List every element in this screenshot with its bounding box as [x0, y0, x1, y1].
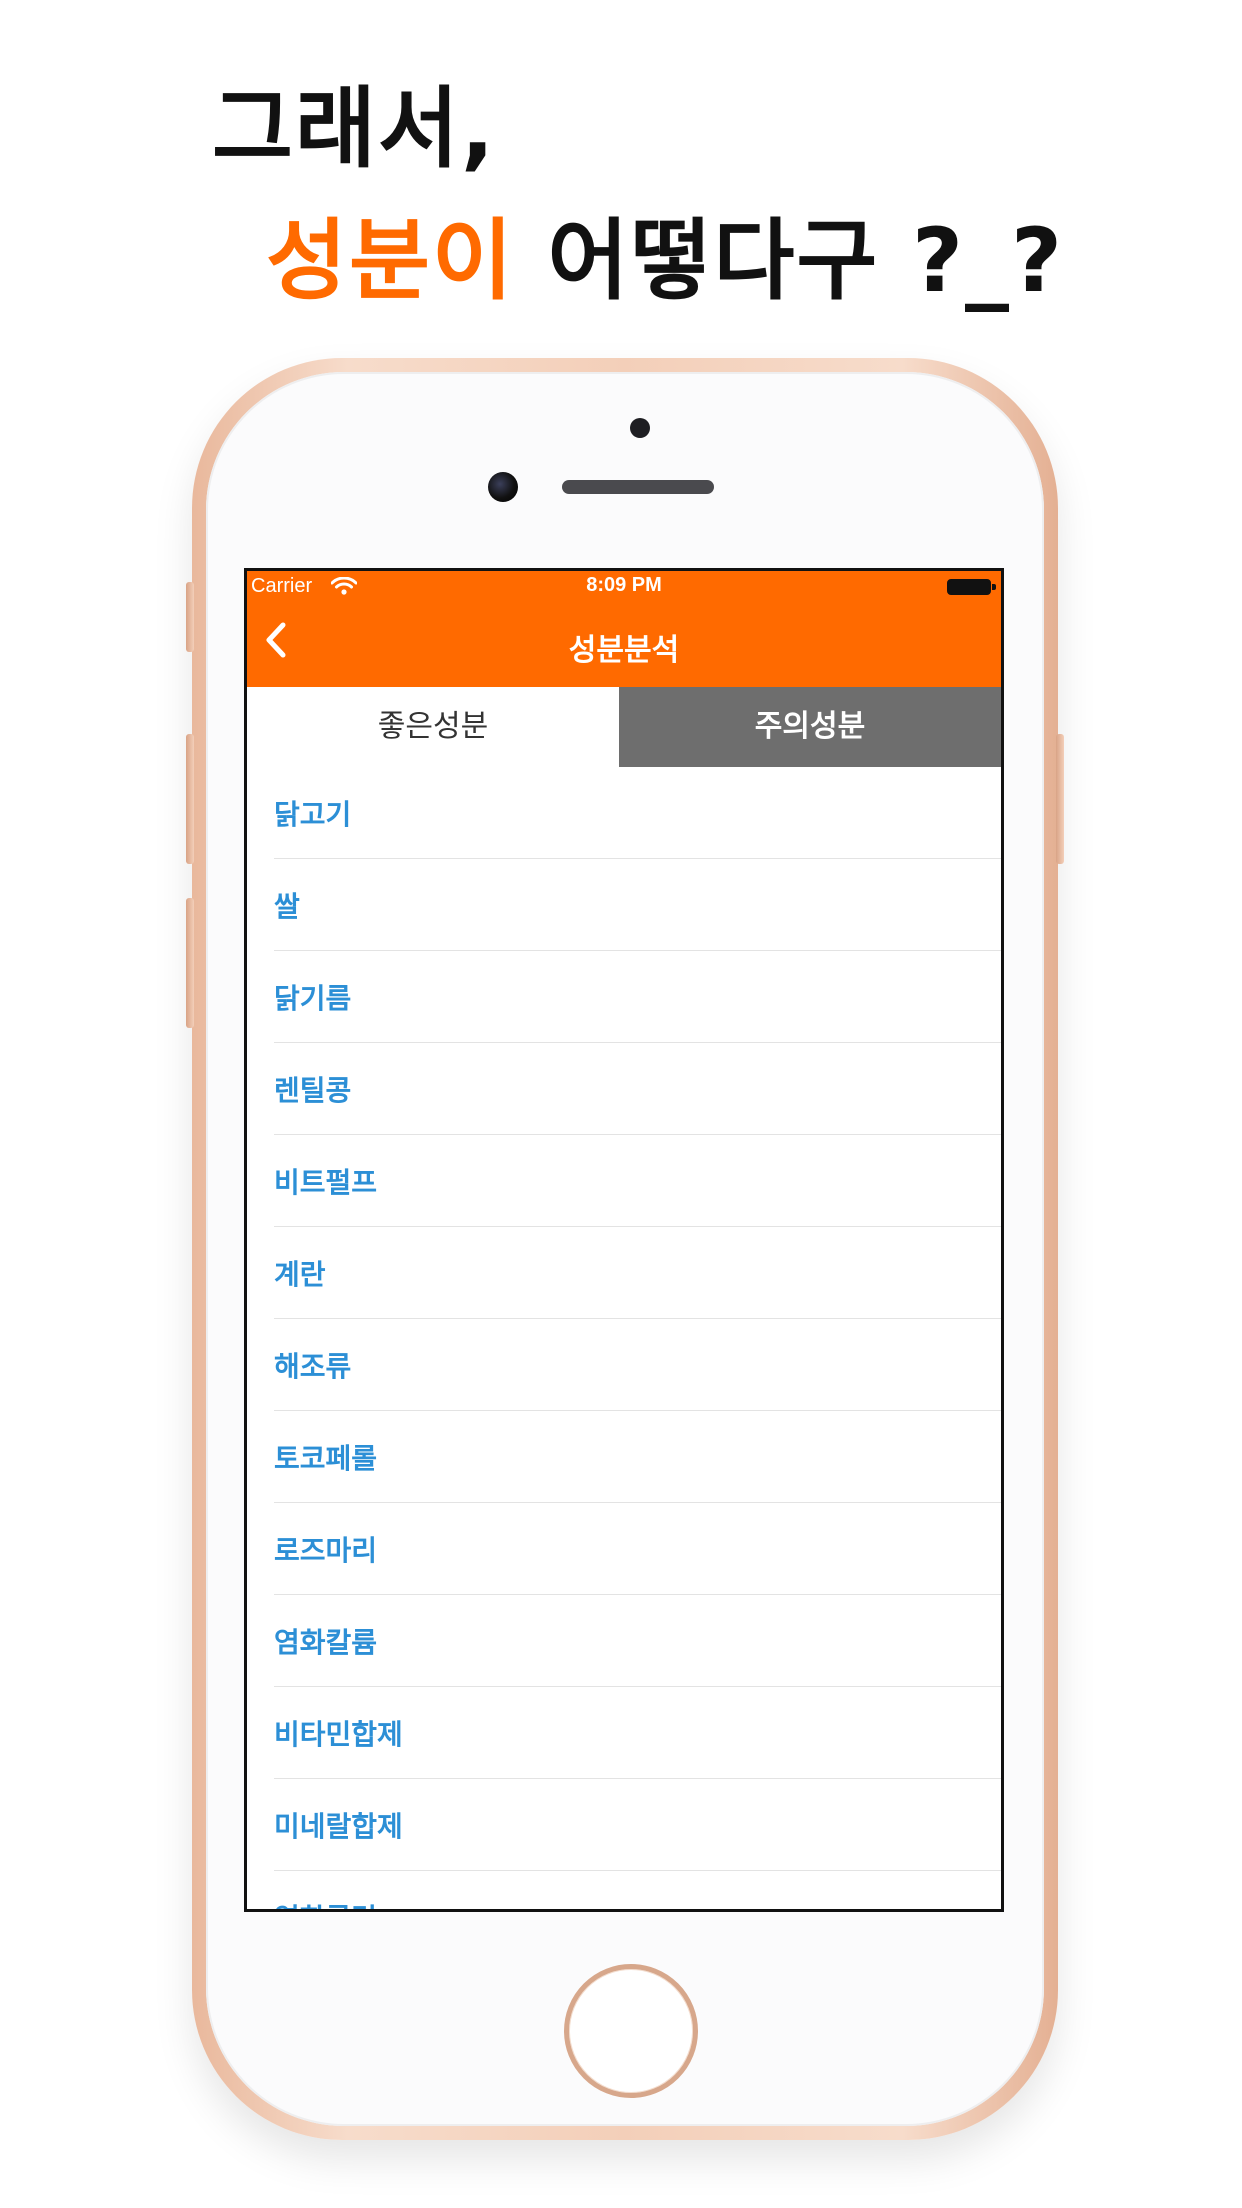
list-item[interactable]: 렌틸콩	[274, 1043, 1001, 1135]
list-item[interactable]: 비트펄프	[274, 1135, 1001, 1227]
list-item[interactable]: 염화콜린	[274, 1871, 1001, 1909]
list-item[interactable]: 토코페롤	[274, 1411, 1001, 1503]
nav-title: 성분분석	[568, 633, 680, 668]
app-screen: Carrier 8:09 PM 성분분석 좋은성분 주의성분 닭고기 쌀 닭기름	[244, 568, 1004, 1912]
list-item-label: 쌀	[274, 890, 300, 923]
list-item-label: 염화칼륨	[274, 1626, 378, 1659]
list-item-label: 토코페롤	[274, 1442, 378, 1475]
list-item[interactable]: 계란	[274, 1227, 1001, 1319]
status-bar: Carrier 8:09 PM	[247, 571, 1001, 601]
list-item[interactable]: 해조류	[274, 1319, 1001, 1411]
list-item-label: 닭기름	[274, 982, 352, 1015]
list-item-label: 렌틸콩	[274, 1074, 352, 1107]
status-time: 8:09 PM	[586, 574, 662, 596]
volume-down-button	[186, 898, 194, 1028]
tab-caution-ingredients[interactable]: 주의성분	[619, 687, 1001, 767]
list-item[interactable]: 비타민합제	[274, 1687, 1001, 1779]
list-item[interactable]: 로즈마리	[274, 1503, 1001, 1595]
list-item-label: 염화콜린	[274, 1897, 377, 1909]
list-item[interactable]: 미네랄합제	[274, 1779, 1001, 1871]
power-button	[1056, 734, 1064, 864]
list-item[interactable]: 닭기름	[274, 951, 1001, 1043]
proximity-sensor	[630, 418, 650, 438]
list-item-label: 닭고기	[274, 798, 352, 831]
list-item[interactable]: 닭고기	[274, 767, 1001, 859]
navigation-bar: 성분분석	[247, 601, 1001, 687]
headline-line-1: 그래서,	[212, 77, 497, 180]
headline-rest: 어떻다구 ?_?	[514, 209, 1065, 312]
headline-line-2: 성분이 어떻다구 ?_?	[266, 190, 1064, 317]
list-item-label: 비타민합제	[274, 1718, 403, 1751]
mute-switch	[186, 582, 194, 652]
headline-accent: 성분이	[266, 209, 515, 312]
battery-tip	[992, 584, 996, 590]
list-item[interactable]: 쌀	[274, 859, 1001, 951]
front-camera	[488, 472, 518, 502]
tab-good-ingredients[interactable]: 좋은성분	[247, 687, 619, 767]
ingredient-list: 닭고기 쌀 닭기름 렌틸콩 비트펄프 계란 해조류 토코페롤 로즈마리 염화칼륨…	[247, 767, 1001, 1909]
list-item-label: 미네랄합제	[274, 1810, 403, 1843]
list-item[interactable]: 염화칼륨	[274, 1595, 1001, 1687]
battery-icon	[947, 579, 991, 595]
earpiece-speaker	[562, 480, 714, 494]
promo-screenshot: 그래서, 성분이 어떻다구 ?_? Carrier 8:09 PM 성분분석 좋…	[0, 0, 1242, 2208]
list-item-label: 계란	[274, 1258, 326, 1291]
home-button[interactable]	[564, 1964, 698, 2098]
segment-tabs: 좋은성분 주의성분	[247, 687, 1001, 767]
list-item-label: 비트펄프	[274, 1166, 378, 1199]
volume-up-button	[186, 734, 194, 864]
list-item-label: 로즈마리	[274, 1534, 378, 1567]
list-item-label: 해조류	[274, 1350, 352, 1383]
